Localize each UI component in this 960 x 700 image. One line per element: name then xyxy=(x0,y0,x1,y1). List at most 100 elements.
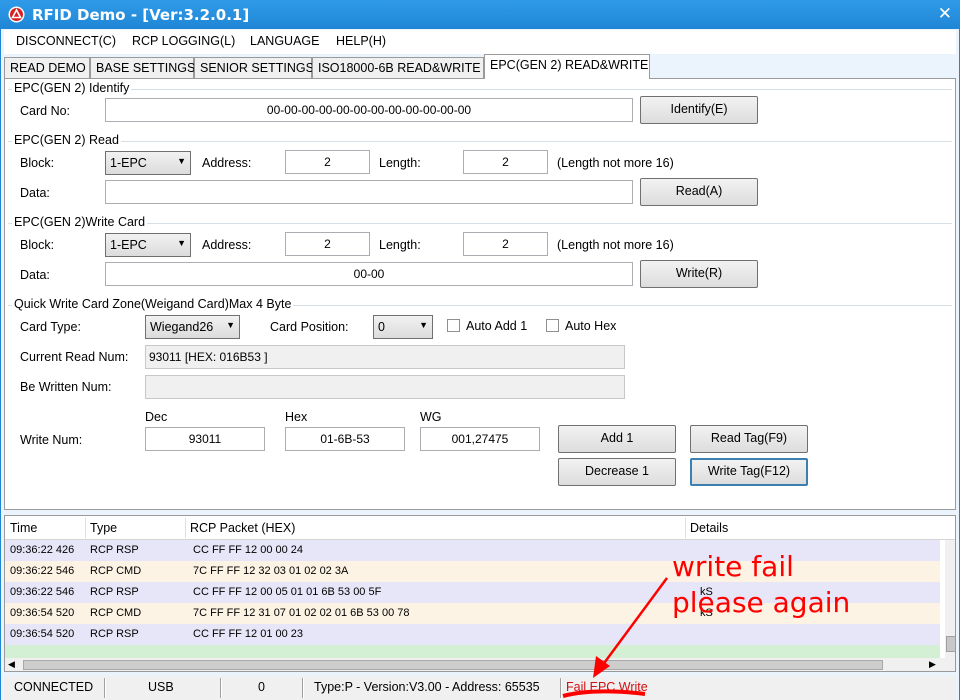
write-block-label: Block: xyxy=(20,238,55,252)
quick-group-title: Quick Write Card Zone(Weigand Card)Max 4… xyxy=(12,297,294,311)
identify-group-title: EPC(GEN 2) Identify xyxy=(12,81,132,95)
write-button[interactable]: Write(R) xyxy=(640,260,758,288)
column-divider[interactable] xyxy=(185,518,186,538)
horizontal-scrollbar[interactable]: ◀ ▶ xyxy=(5,658,955,671)
menu-bar: DISCONNECT(C) RCP LOGGING(L) LANGUAGE HE… xyxy=(4,30,956,54)
status-info: Type:P - Version:V3.00 - Address: 65535 xyxy=(314,680,540,694)
status-bar: CONNECTED USB 0 Type:P - Version:V3.00 -… xyxy=(4,676,956,700)
dec-input[interactable]: 93011 xyxy=(145,427,265,451)
write-num-label: Write Num: xyxy=(20,433,83,447)
row-type: RCP RSP xyxy=(90,586,139,598)
dec-label: Dec xyxy=(145,410,168,424)
status-divider xyxy=(220,678,222,698)
table-row[interactable]: 09:36:22 546 RCP CMD 7C FF FF 12 32 03 0… xyxy=(5,561,940,582)
title-bar[interactable]: RFID Demo - [Ver:3.2.0.1] ✕ xyxy=(0,0,960,29)
menu-help[interactable]: HELP(H) xyxy=(336,34,386,48)
read-data-field[interactable] xyxy=(105,180,633,204)
row-time: 09:36:22 546 xyxy=(10,565,75,577)
auto-add-label: Auto Add 1 xyxy=(466,319,528,333)
row-time: 09:36:22 546 xyxy=(10,586,75,598)
read-button[interactable]: Read(A) xyxy=(640,178,758,206)
col-type[interactable]: Type xyxy=(90,521,117,535)
read-length-label: Length: xyxy=(379,156,421,170)
menu-disconnect[interactable]: DISCONNECT(C) xyxy=(16,34,116,48)
status-connection: CONNECTED xyxy=(14,680,94,694)
card-no-field[interactable]: 00-00-00-00-00-00-00-00-00-00-00-00 xyxy=(105,98,633,122)
row-time: 09:36:22 426 xyxy=(10,544,75,556)
wg-label: WG xyxy=(420,410,442,424)
write-address-input[interactable]: 2 xyxy=(285,232,370,256)
add-one-button[interactable]: Add 1 xyxy=(558,425,676,453)
write-length-label: Length: xyxy=(379,238,421,252)
chevron-down-icon: ▼ xyxy=(177,238,186,248)
status-count: 0 xyxy=(258,680,265,694)
column-divider[interactable] xyxy=(685,518,686,538)
wg-input[interactable]: 001,27475 xyxy=(420,427,540,451)
col-details[interactable]: Details xyxy=(690,521,728,535)
group-divider xyxy=(8,141,952,142)
tab-read-demo[interactable]: READ DEMO xyxy=(4,57,90,79)
auto-add-checkbox[interactable] xyxy=(447,319,460,332)
read-tag-button[interactable]: Read Tag(F9) xyxy=(690,425,808,453)
menu-rcp-logging[interactable]: RCP LOGGING(L) xyxy=(132,34,235,48)
write-tag-button[interactable]: Write Tag(F12) xyxy=(690,458,808,486)
chevron-down-icon: ▼ xyxy=(177,156,186,166)
group-divider xyxy=(8,223,952,224)
row-packet: 7C FF FF 12 31 07 01 02 02 01 6B 53 00 7… xyxy=(193,607,410,619)
vertical-scrollbar[interactable] xyxy=(945,540,955,658)
tab-epc-gen2[interactable]: EPC(GEN 2) READ&WRITE xyxy=(484,54,650,79)
card-type-select[interactable]: Wiegand26 ▼ xyxy=(145,315,240,339)
tab-senior-settings[interactable]: SENIOR SETTINGS xyxy=(194,57,314,79)
close-icon[interactable]: ✕ xyxy=(938,4,952,24)
write-data-label: Data: xyxy=(20,268,50,282)
table-row[interactable]: 09:36:22 426 RCP RSP CC FF FF 12 00 00 2… xyxy=(5,540,940,561)
card-type-value: Wiegand26 xyxy=(150,320,214,334)
row-type: RCP CMD xyxy=(90,607,142,619)
row-packet: CC FF FF 12 01 00 23 xyxy=(193,628,304,640)
write-data-input[interactable]: 00-00 xyxy=(105,262,633,286)
write-length-input[interactable]: 2 xyxy=(463,232,548,256)
row-packet: 7C FF FF 12 32 03 01 02 02 3A xyxy=(193,565,349,577)
card-position-label: Card Position: xyxy=(270,320,349,334)
scroll-thumb[interactable] xyxy=(23,660,883,670)
col-packet[interactable]: RCP Packet (HEX) xyxy=(190,521,295,535)
chevron-down-icon: ▼ xyxy=(419,320,428,330)
row-type: RCP CMD xyxy=(90,565,142,577)
be-written-label: Be Written Num: xyxy=(20,380,112,394)
col-time[interactable]: Time xyxy=(10,521,37,535)
row-type: RCP RSP xyxy=(90,544,139,556)
read-block-select[interactable]: 1-EPC ▼ xyxy=(105,151,191,175)
auto-hex-checkbox[interactable] xyxy=(546,319,559,332)
column-divider[interactable] xyxy=(85,518,86,538)
tab-iso18000[interactable]: ISO18000-6B READ&WRITE xyxy=(312,57,484,79)
row-packet: CC FF FF 12 00 05 01 01 6B 53 00 5F xyxy=(193,586,382,598)
menu-language[interactable]: LANGUAGE xyxy=(250,34,319,48)
selected-row[interactable] xyxy=(5,645,940,658)
row-packet: CC FF FF 12 00 00 24 xyxy=(193,544,304,556)
write-block-value: 1-EPC xyxy=(110,238,147,252)
row-time: 09:36:54 520 xyxy=(10,607,75,619)
status-divider xyxy=(104,678,106,698)
hex-input[interactable]: 01-6B-53 xyxy=(285,427,405,451)
read-address-label: Address: xyxy=(202,156,252,170)
read-address-input[interactable]: 2 xyxy=(285,150,370,174)
write-block-select[interactable]: 1-EPC ▼ xyxy=(105,233,191,257)
chevron-down-icon: ▼ xyxy=(226,320,235,330)
read-data-label: Data: xyxy=(20,186,50,200)
write-length-note: (Length not more 16) xyxy=(557,238,674,252)
decrease-one-button[interactable]: Decrease 1 xyxy=(558,458,676,486)
table-row[interactable]: 09:36:54 520 RCP RSP CC FF FF 12 01 00 2… xyxy=(5,624,940,645)
card-position-select[interactable]: 0 ▼ xyxy=(373,315,433,339)
scroll-thumb[interactable] xyxy=(946,636,955,652)
scroll-right-icon[interactable]: ▶ xyxy=(929,659,936,670)
log-header: Time Type RCP Packet (HEX) Details xyxy=(5,516,955,540)
scroll-left-icon[interactable]: ◀ xyxy=(8,659,15,670)
tab-base-settings[interactable]: BASE SETTINGS xyxy=(90,57,195,79)
auto-hex-label: Auto Hex xyxy=(565,319,617,333)
row-time: 09:36:54 520 xyxy=(10,628,75,640)
read-length-note: (Length not more 16) xyxy=(557,156,674,170)
identify-button[interactable]: Identify(E) xyxy=(640,96,758,124)
read-length-input[interactable]: 2 xyxy=(463,150,548,174)
status-divider xyxy=(302,678,304,698)
annotation-arrow-icon xyxy=(562,577,669,698)
